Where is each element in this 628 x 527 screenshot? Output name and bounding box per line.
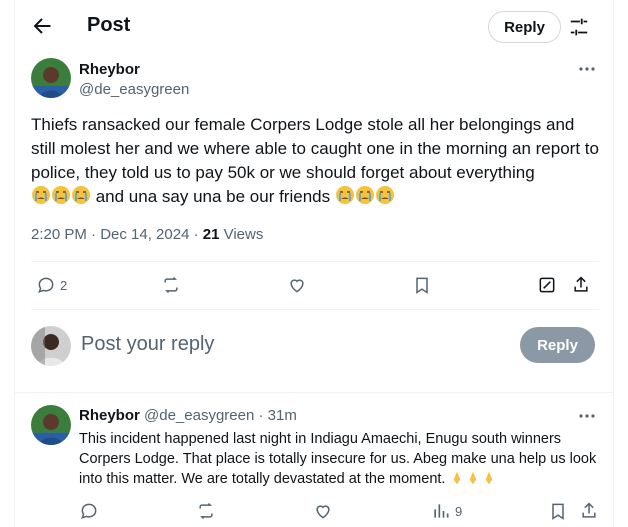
praying-hands-icon bbox=[470, 471, 477, 485]
views-label: Views bbox=[219, 226, 264, 243]
comment-author-name[interactable]: Rheybor bbox=[79, 407, 140, 424]
post-text-after-emoji: and una say una be our friends bbox=[91, 187, 335, 206]
tune-icon[interactable] bbox=[568, 16, 590, 38]
comment-reply-action[interactable] bbox=[79, 501, 99, 521]
praying-hands-icon bbox=[486, 471, 493, 485]
heart-icon bbox=[290, 279, 304, 293]
divider bbox=[15, 392, 613, 393]
comment-icon bbox=[38, 277, 54, 293]
grok-icon bbox=[539, 277, 555, 293]
comment-header: Rheybor @de_easygreen · 31m bbox=[79, 407, 297, 424]
back-arrow-icon[interactable] bbox=[30, 14, 54, 38]
post-text: Thiefs ransacked our female Corpers Lodg… bbox=[31, 113, 603, 209]
comment-like-action[interactable] bbox=[313, 501, 333, 521]
reply-input[interactable]: Post your reply bbox=[81, 333, 214, 356]
crying-face-icon bbox=[32, 186, 50, 204]
user-avatar[interactable] bbox=[31, 326, 71, 366]
author-name[interactable]: Rheybor bbox=[79, 61, 140, 78]
crying-face-icon bbox=[52, 186, 70, 204]
avatar[interactable] bbox=[31, 58, 71, 98]
comment-body: This incident happened last night in Ind… bbox=[79, 431, 597, 487]
author-handle[interactable]: @de_easygreen bbox=[79, 81, 189, 98]
reply-count: 2 bbox=[60, 277, 68, 293]
views-count: 21 bbox=[202, 226, 220, 243]
page-title: Post bbox=[87, 14, 131, 36]
comment-share-action[interactable] bbox=[579, 501, 599, 521]
post-timestamp[interactable]: 2:20 PM · Dec 14, 2024 · bbox=[31, 226, 203, 243]
repost-action[interactable] bbox=[161, 275, 181, 295]
bookmark-icon bbox=[552, 503, 564, 520]
crying-face-icon bbox=[375, 186, 394, 204]
heart-icon bbox=[316, 505, 330, 519]
comment-avatar[interactable] bbox=[31, 405, 71, 445]
reply-submit-button[interactable]: Reply bbox=[520, 327, 595, 363]
share-action[interactable] bbox=[571, 275, 591, 295]
comment-time[interactable]: · 31m bbox=[254, 407, 296, 424]
crying-face-icon bbox=[355, 186, 374, 204]
comment-views-action[interactable]: 9 bbox=[431, 501, 462, 521]
like-action[interactable] bbox=[287, 275, 307, 295]
grok-action[interactable] bbox=[537, 275, 557, 295]
views-chart-icon bbox=[434, 504, 449, 518]
praying-hands-icon bbox=[454, 471, 461, 485]
comment-more-icon[interactable] bbox=[578, 407, 596, 425]
comment-author-handle[interactable]: @de_easygreen bbox=[144, 407, 254, 424]
divider bbox=[31, 261, 599, 262]
post-meta: 2:20 PM · Dec 14, 2024 · 21 Views bbox=[31, 226, 263, 243]
share-icon bbox=[582, 502, 596, 518]
header-reply-button[interactable]: Reply bbox=[488, 11, 561, 43]
crying-face-icon bbox=[335, 186, 354, 204]
more-options-icon[interactable] bbox=[578, 60, 596, 78]
reply-action[interactable]: 2 bbox=[36, 275, 67, 295]
repost-icon bbox=[199, 502, 213, 520]
crying-face-icon bbox=[72, 186, 90, 204]
post-text-main: Thiefs ransacked our female Corpers Lodg… bbox=[31, 115, 599, 182]
share-icon bbox=[574, 276, 588, 292]
comment-repost-action[interactable] bbox=[196, 501, 216, 521]
comment-bookmark-action[interactable] bbox=[548, 501, 568, 521]
repost-icon bbox=[164, 276, 178, 294]
comment-views-count: 9 bbox=[455, 503, 463, 519]
bookmark-icon bbox=[416, 277, 428, 294]
header: Post Reply bbox=[0, 0, 628, 54]
divider bbox=[31, 309, 599, 310]
comment-icon bbox=[81, 503, 97, 519]
bookmark-action[interactable] bbox=[412, 275, 432, 295]
comment-text: This incident happened last night in Ind… bbox=[79, 429, 603, 489]
